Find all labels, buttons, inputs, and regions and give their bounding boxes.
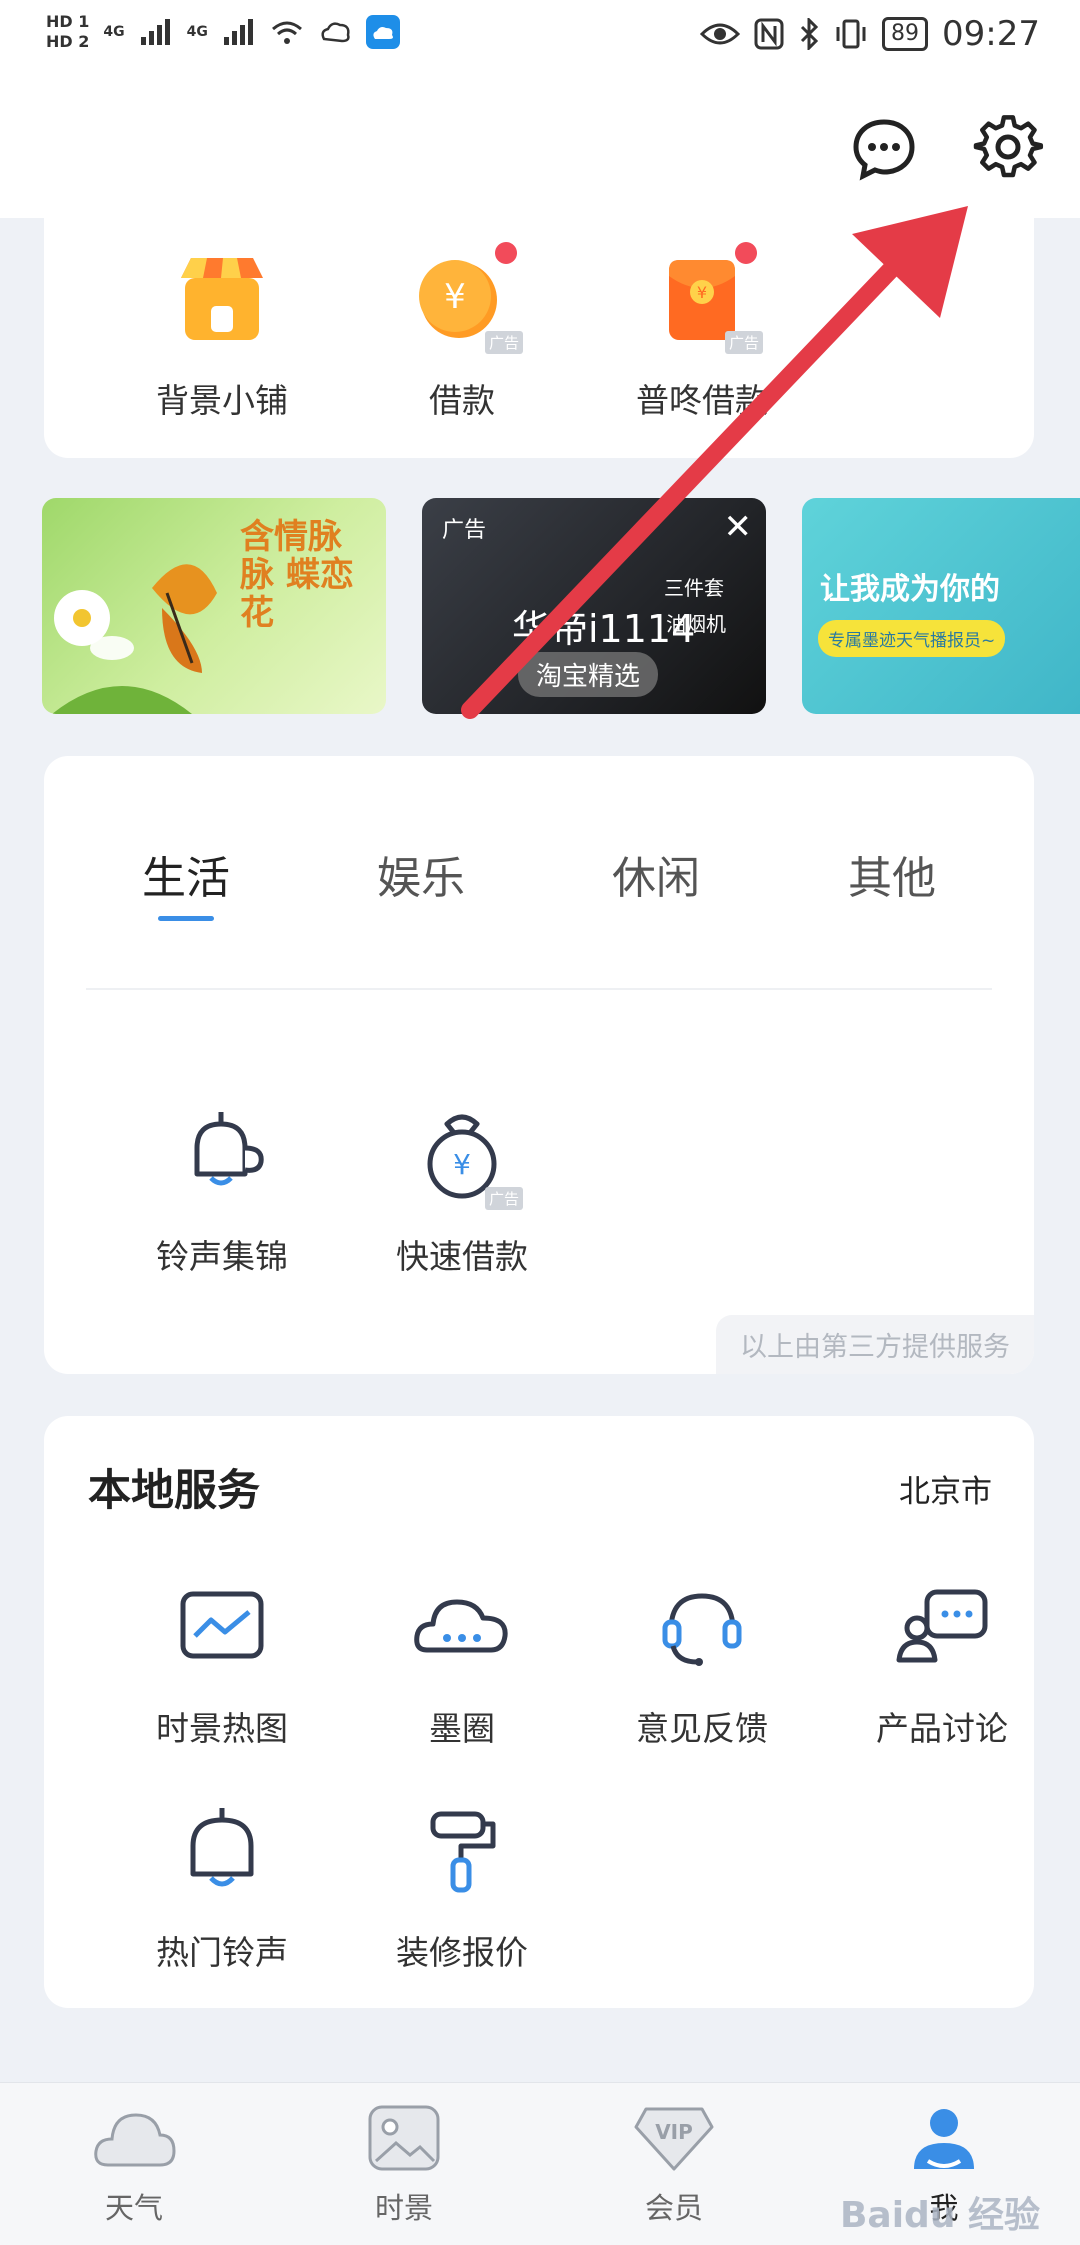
user-icon	[914, 2109, 974, 2169]
annotation-arrow	[461, 206, 968, 719]
vip-badge-text: VIP	[655, 2120, 693, 2144]
vip-diamond-icon: VIP	[634, 2107, 714, 2171]
nav-label: 天气	[104, 2191, 163, 2225]
cloud-icon	[94, 2113, 176, 2167]
nav-label: 时景	[374, 2191, 433, 2225]
picture-icon	[368, 2105, 440, 2171]
nav-vip[interactable]: VIP 会员	[574, 2103, 774, 2227]
nav-scenery[interactable]: 时景	[304, 2103, 504, 2227]
nav-weather[interactable]: 天气	[34, 2103, 234, 2227]
baidu-watermark: Baidu 经验	[839, 2195, 1040, 2236]
nav-label: 会员	[644, 2191, 703, 2225]
